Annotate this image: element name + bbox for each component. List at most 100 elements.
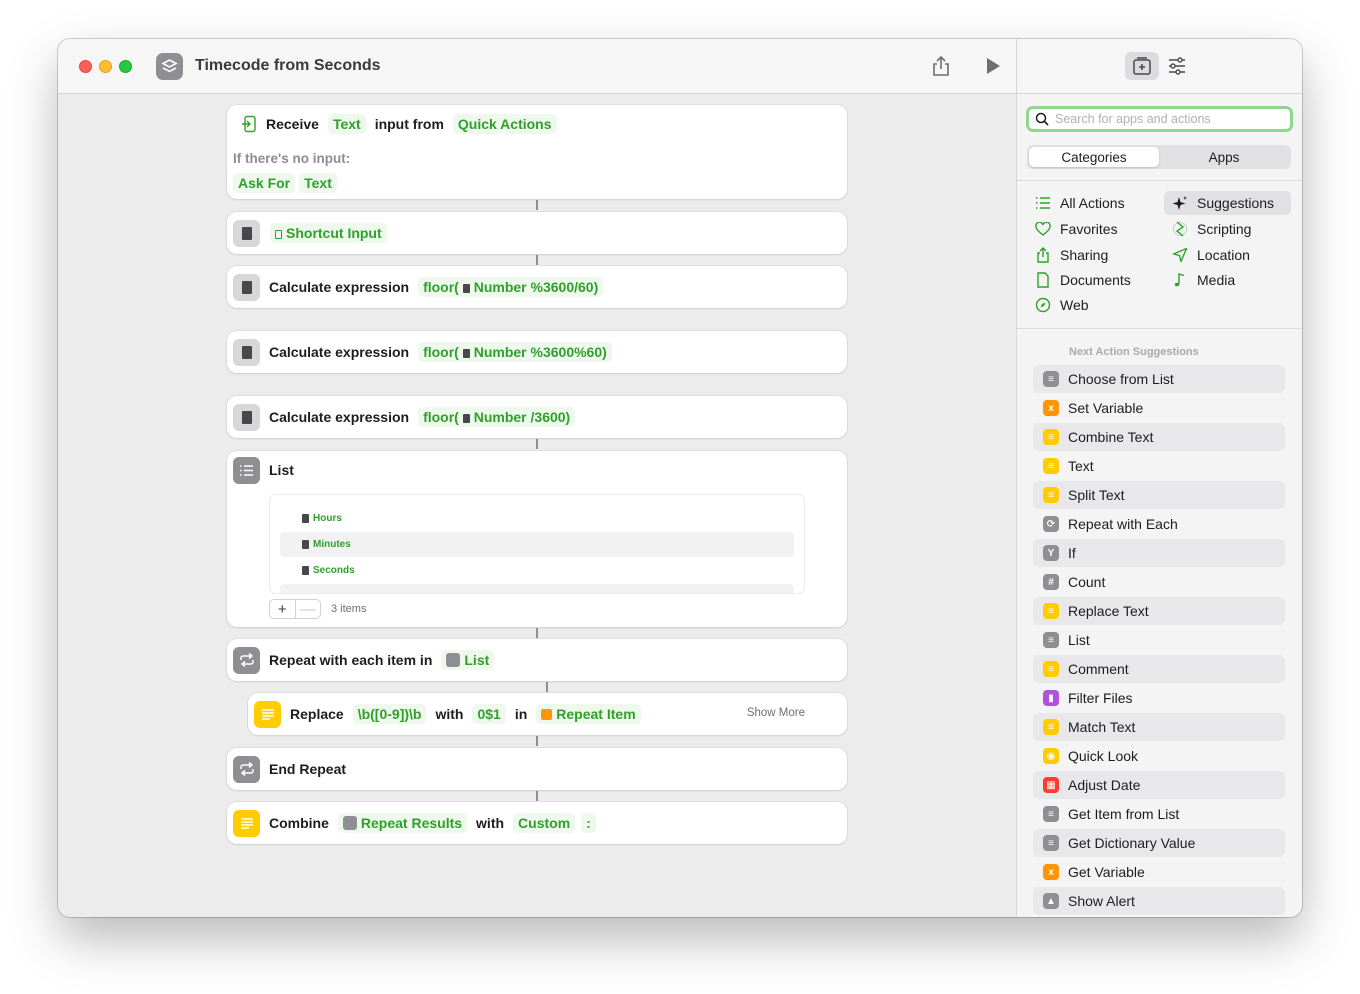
minimize-window-button[interactable] bbox=[99, 60, 112, 73]
list-item[interactable]: Seconds bbox=[280, 558, 794, 583]
category-scripting[interactable]: Scripting bbox=[1164, 217, 1291, 241]
action-combine-text[interactable]: Combine Repeat Results with Custom : bbox=[227, 802, 847, 844]
with-label: with bbox=[476, 815, 505, 831]
suggestion-item[interactable]: ▮ Filter Files bbox=[1033, 684, 1285, 712]
suggestion-item[interactable]: x Set Variable bbox=[1033, 394, 1285, 422]
separator-mode-token[interactable]: Custom bbox=[513, 813, 576, 833]
comment-icon: ≡ bbox=[1043, 661, 1059, 677]
category-label: Documents bbox=[1060, 272, 1131, 288]
share-button[interactable] bbox=[929, 54, 953, 78]
list-item-label[interactable]: Minutes bbox=[313, 539, 351, 550]
suggestion-item[interactable]: ≡ Get Dictionary Value bbox=[1033, 829, 1285, 857]
suggestion-item[interactable]: ⟳ Repeat with Each bbox=[1033, 510, 1285, 538]
receive-source-token[interactable]: Quick Actions bbox=[452, 114, 557, 134]
suggestion-item[interactable]: ▦ Adjust Date bbox=[1033, 771, 1285, 799]
ask-type-token[interactable]: Text bbox=[299, 173, 337, 193]
suggestion-item[interactable]: ≡ Combine Text bbox=[1033, 423, 1285, 451]
category-web[interactable]: Web bbox=[1027, 293, 1149, 317]
expression-token[interactable]: floor( Number %3600/60) bbox=[418, 277, 604, 297]
ask-for-token[interactable]: Ask For bbox=[233, 173, 296, 193]
category-favorites[interactable]: Favorites bbox=[1027, 217, 1149, 241]
search-input[interactable] bbox=[1055, 112, 1275, 126]
list-item-label[interactable]: Seconds bbox=[313, 565, 355, 576]
add-item-button[interactable]: + bbox=[270, 600, 295, 618]
action-library-button[interactable] bbox=[1125, 52, 1159, 80]
repeat-item-token[interactable]: Repeat Item bbox=[536, 704, 641, 724]
suggestion-item[interactable]: ≡ Text bbox=[1033, 452, 1285, 480]
action-end-repeat[interactable]: End Repeat bbox=[227, 748, 847, 790]
play-icon bbox=[987, 58, 1000, 74]
category-documents[interactable]: Documents bbox=[1027, 268, 1149, 292]
branch-icon: Y bbox=[1043, 545, 1059, 561]
shortcut-input-token[interactable]: Shortcut Input bbox=[270, 223, 387, 243]
suggestion-item[interactable]: ≡ Split Text bbox=[1033, 481, 1285, 509]
action-calculate-2[interactable]: Calculate expression floor( Number %3600… bbox=[227, 331, 847, 373]
suggestion-item[interactable]: ≡ Get Item from List bbox=[1033, 800, 1285, 828]
run-button[interactable] bbox=[981, 54, 1005, 78]
action-connector bbox=[536, 200, 538, 210]
suggestion-item[interactable]: ≡ Choose from List bbox=[1033, 365, 1285, 393]
expression-token[interactable]: floor( Number %3600%60) bbox=[418, 342, 612, 362]
number-variable[interactable]: Number bbox=[474, 409, 527, 425]
pattern-token[interactable]: \b([0-9])\b bbox=[352, 704, 427, 724]
suggestion-item[interactable]: Y If bbox=[1033, 539, 1285, 567]
list-item-label[interactable]: Hours bbox=[313, 513, 342, 524]
zoom-window-button[interactable] bbox=[119, 60, 132, 73]
action-list[interactable]: List Hours Minutes Seconds + — 3 items bbox=[227, 451, 847, 627]
receive-type-token[interactable]: Text bbox=[327, 114, 366, 134]
list-add-remove-stepper[interactable]: + — bbox=[269, 599, 321, 619]
category-all-actions[interactable]: All Actions bbox=[1027, 191, 1149, 215]
suggestion-item[interactable]: ≡ Replace Text bbox=[1033, 597, 1285, 625]
list-icon: ≡ bbox=[1043, 806, 1059, 822]
custom-separator-token[interactable]: : bbox=[581, 813, 596, 833]
action-receive-input[interactable]: Receive Text input from Quick Actions If… bbox=[227, 105, 847, 199]
action-shortcut-input[interactable]: Shortcut Input bbox=[227, 212, 847, 254]
suggestion-item[interactable]: ≡ List bbox=[1033, 626, 1285, 654]
suggestion-label: Quick Look bbox=[1068, 748, 1139, 764]
shortcut-glyph-icon[interactable] bbox=[156, 53, 183, 80]
repeat-results-token[interactable]: Repeat Results bbox=[337, 813, 468, 833]
tab-categories[interactable]: Categories bbox=[1029, 147, 1159, 167]
number-variable[interactable]: Number bbox=[474, 279, 527, 295]
search-field[interactable] bbox=[1026, 106, 1293, 132]
end-repeat-label: End Repeat bbox=[269, 761, 347, 777]
action-calculate-1[interactable]: Calculate expression floor( Number %3600… bbox=[227, 266, 847, 308]
category-sharing[interactable]: Sharing bbox=[1027, 243, 1149, 267]
suggestion-label: Set Variable bbox=[1068, 400, 1144, 416]
text-icon: ≡ bbox=[1043, 458, 1059, 474]
tab-apps[interactable]: Apps bbox=[1159, 147, 1289, 167]
suggestion-item[interactable]: ≡ Comment bbox=[1033, 655, 1285, 683]
category-label: Location bbox=[1197, 247, 1250, 263]
remove-item-button[interactable]: — bbox=[294, 600, 321, 618]
replacement-token[interactable]: 0$1 bbox=[472, 704, 506, 724]
suggestion-item[interactable]: ≡ Match Text bbox=[1033, 713, 1285, 741]
action-connector bbox=[536, 439, 538, 449]
number-variable[interactable]: Number bbox=[474, 344, 527, 360]
close-window-button[interactable] bbox=[79, 60, 92, 73]
category-media[interactable]: Media bbox=[1164, 268, 1291, 292]
suggestion-item[interactable]: # Count bbox=[1033, 568, 1285, 596]
category-location[interactable]: Location bbox=[1164, 243, 1291, 267]
details-button[interactable] bbox=[1160, 52, 1194, 80]
suggestion-item[interactable]: ▲ Show Alert bbox=[1033, 887, 1285, 915]
list-item[interactable]: Minutes bbox=[280, 532, 794, 557]
sidebar-toolbar bbox=[1017, 39, 1302, 94]
action-repeat-each[interactable]: Repeat with each item in List bbox=[227, 639, 847, 681]
list-item[interactable]: Hours bbox=[280, 506, 794, 531]
list-icon bbox=[233, 456, 260, 484]
suggestion-label: Get Dictionary Value bbox=[1068, 835, 1196, 851]
no-input-label: If there's no input: bbox=[233, 151, 351, 166]
repeat-target-token[interactable]: List bbox=[441, 650, 495, 670]
scripting-icon bbox=[1173, 221, 1187, 237]
category-suggestions[interactable]: Suggestions bbox=[1164, 191, 1291, 215]
workflow-editor[interactable]: Receive Text input from Quick Actions If… bbox=[58, 94, 1016, 917]
shortcut-input-label: Shortcut Input bbox=[286, 225, 382, 241]
show-more-button[interactable]: Show More bbox=[747, 707, 805, 719]
expression-token[interactable]: floor( Number /3600) bbox=[418, 407, 576, 427]
suggestion-item[interactable]: ◉ Quick Look bbox=[1033, 742, 1285, 770]
shortcut-title[interactable]: Timecode from Seconds bbox=[195, 57, 381, 75]
action-calculate-3[interactable]: Calculate expression floor( Number /3600… bbox=[227, 396, 847, 438]
calculator-icon bbox=[233, 403, 260, 431]
suggestion-item[interactable]: x Get Variable bbox=[1033, 858, 1285, 886]
action-replace-text[interactable]: Replace \b([0-9])\b with 0$1 in Repeat I… bbox=[248, 693, 847, 735]
